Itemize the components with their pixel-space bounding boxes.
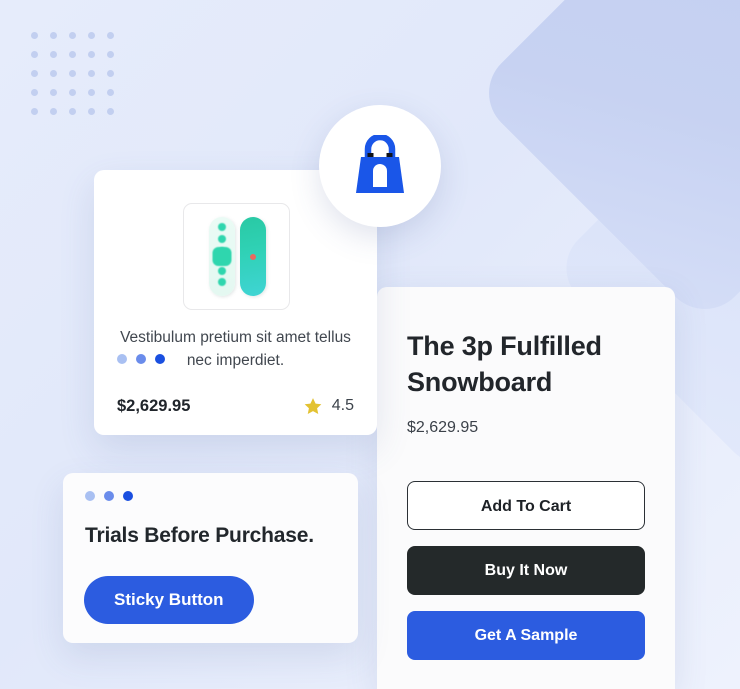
window-dot-1 xyxy=(85,491,95,501)
product-rating: 4.5 xyxy=(303,396,354,416)
grid-dot xyxy=(88,89,95,96)
grid-dot xyxy=(69,32,76,39)
rating-value: 4.5 xyxy=(331,397,354,414)
grid-dot xyxy=(69,108,76,115)
grid-dot xyxy=(88,108,95,115)
product-detail-panel: The 3p Fulfilled Snowboard $2,629.95 Add… xyxy=(377,287,675,689)
grid-dot xyxy=(50,108,57,115)
grid-dot xyxy=(31,108,38,115)
grid-dot xyxy=(107,51,114,58)
grid-dot xyxy=(69,89,76,96)
grid-dot xyxy=(50,51,57,58)
page-root: The 3p Fulfilled Snowboard $2,629.95 Add… xyxy=(0,0,740,689)
product-card-footer: $2,629.95 4.5 xyxy=(117,396,354,416)
product-description: Vestibulum pretium sit amet tellus nec i… xyxy=(120,329,351,370)
snowboard-light-graphic xyxy=(209,217,235,296)
buy-it-now-button[interactable]: Buy It Now xyxy=(407,545,645,595)
grid-dot xyxy=(107,70,114,77)
shopping-bag-icon xyxy=(356,135,404,193)
dot-grid-pattern xyxy=(31,32,126,127)
star-icon xyxy=(304,398,322,414)
window-dot-2 xyxy=(104,491,114,501)
grid-dot xyxy=(31,89,38,96)
product-card[interactable]: Vestibulum pretium sit amet tellus nec i… xyxy=(94,170,377,435)
add-to-cart-button[interactable]: Add To Cart xyxy=(407,480,645,530)
grid-dot xyxy=(69,70,76,77)
grid-dot xyxy=(31,51,38,58)
grid-dot xyxy=(50,32,57,39)
trials-card-title: Trials Before Purchase. xyxy=(85,524,314,547)
grid-dot xyxy=(69,51,76,58)
grid-dot xyxy=(107,89,114,96)
detail-price: $2,629.95 xyxy=(407,418,479,436)
get-a-sample-button[interactable]: Get A Sample xyxy=(407,610,645,660)
grid-dot xyxy=(88,32,95,39)
product-price: $2,629.95 xyxy=(117,396,191,415)
product-thumbnail[interactable] xyxy=(183,203,290,310)
grid-dot xyxy=(107,32,114,39)
grid-dot xyxy=(88,70,95,77)
trials-card: Trials Before Purchase. Sticky Button xyxy=(63,473,358,643)
grid-dot xyxy=(31,32,38,39)
sticky-button[interactable]: Sticky Button xyxy=(84,576,254,624)
window-dot-3 xyxy=(123,491,133,501)
trials-card-window-dots xyxy=(85,491,133,501)
grid-dot xyxy=(107,108,114,115)
page-title: The 3p Fulfilled Snowboard xyxy=(407,331,602,397)
shopping-bag-badge xyxy=(319,105,441,227)
snowboard-teal-graphic xyxy=(240,217,266,296)
grid-dot xyxy=(88,51,95,58)
grid-dot xyxy=(31,70,38,77)
grid-dot xyxy=(50,70,57,77)
grid-dot xyxy=(50,89,57,96)
